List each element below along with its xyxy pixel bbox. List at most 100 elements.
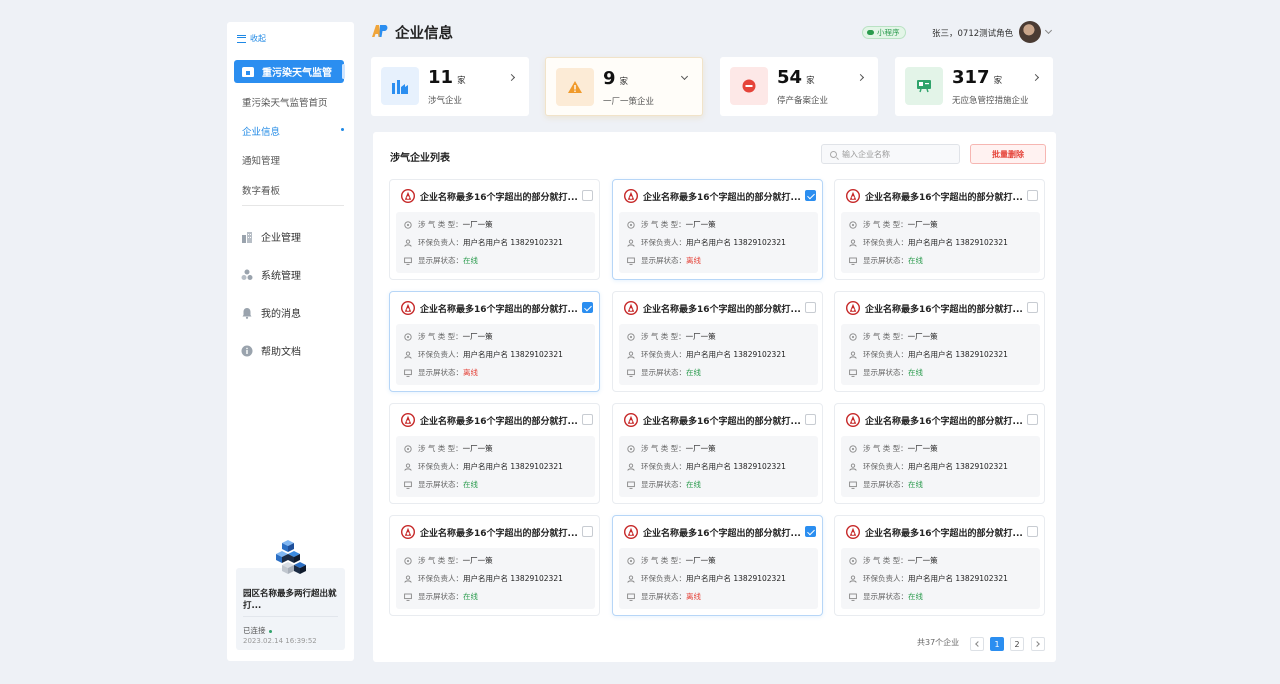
nav-my-messages[interactable]: 我的消息 [241, 305, 301, 320]
screen-status-value: 在线 [686, 368, 701, 377]
stat-card-one-factory-one-policy[interactable]: 9家 一厂一策企业 [545, 57, 703, 116]
enterprise-card[interactable]: 企业名称最多16个字超出的部分就打... 涉 气 类 型： 一厂一策 环保负责人： 用户… [612, 515, 823, 616]
page-button-2[interactable]: 2 [1010, 637, 1024, 651]
chevron-down-icon[interactable] [1044, 26, 1053, 35]
enterprise-card[interactable]: 企业名称最多16个字超出的部分就打... 涉 气 类 型： 一厂一策 环保负责人： 用户… [612, 291, 823, 392]
page-button-1[interactable]: 1 [990, 637, 1004, 651]
enterprise-name: 企业名称最多16个字超出的部分就打... [865, 305, 1023, 315]
enterprise-checkbox[interactable] [805, 302, 816, 313]
owner-value: 用户名用户名 13829102321 [463, 462, 563, 471]
sub-nav-dashboard[interactable]: 数字看板 [242, 183, 280, 197]
screen-status-label: 显示屏状态： [418, 256, 463, 265]
screen-status-label: 显示屏状态： [418, 480, 463, 489]
next-page-button[interactable] [1031, 637, 1045, 651]
enterprise-checkbox[interactable] [1027, 302, 1038, 313]
user-icon [404, 462, 412, 471]
enterprise-card[interactable]: 企业名称最多16个字超出的部分就打... 涉 气 类 型： 一厂一策 环保负责人： 用户… [612, 179, 823, 280]
search-input[interactable]: 输入企业名称 [821, 144, 960, 164]
avatar[interactable] [1019, 21, 1041, 43]
system-icon [241, 269, 253, 281]
screen-status-value: 离线 [463, 368, 478, 377]
owner-label: 环保负责人： [863, 462, 908, 471]
enterprise-checkbox[interactable] [1027, 190, 1038, 201]
screen-status-row: 显示屏状态： 在线 [849, 591, 923, 602]
prev-page-button[interactable] [970, 637, 984, 651]
enterprise-checkbox[interactable] [1027, 414, 1038, 425]
bulk-delete-button[interactable]: 批量删除 [970, 144, 1046, 164]
enterprise-checkbox[interactable] [582, 526, 593, 537]
nav-system-management[interactable]: 系统管理 [241, 267, 301, 282]
enterprise-checkbox[interactable] [582, 190, 593, 201]
enterprise-card[interactable]: 企业名称最多16个字超出的部分就打... 涉 气 类 型： 一厂一策 环保负责人： 用户… [834, 515, 1045, 616]
sub-nav-enterprise-info-label: 企业信息 [242, 127, 281, 138]
enterprise-badge-icon [845, 188, 861, 204]
stat-value: 11 家 [428, 67, 466, 88]
screen-status-value: 离线 [686, 592, 701, 601]
stat-card-no-emergency-measures[interactable]: 317 家 无应急管控措施企业 [895, 57, 1053, 116]
sub-nav-notice[interactable]: 通知管理 [242, 153, 280, 167]
nav-enterprise-management[interactable]: 企业管理 [241, 229, 301, 244]
enterprise-name: 企业名称最多16个字超出的部分就打... [865, 529, 1023, 539]
warning-icon [556, 68, 594, 106]
gas-type-row: 涉 气 类 型： 一厂一策 [849, 443, 938, 454]
user-name[interactable]: 张三，0712测试角色 [932, 27, 1013, 39]
nav-help-docs[interactable]: 帮助文档 [241, 343, 301, 358]
user-icon [849, 350, 857, 359]
enterprise-card[interactable]: 企业名称最多16个字超出的部分就打... 涉 气 类 型： 一厂一策 环保负责人： 用户… [389, 403, 600, 504]
screen-status-row: 显示屏状态： 在线 [849, 479, 923, 490]
enterprise-card[interactable]: 企业名称最多16个字超出的部分就打... 涉 气 类 型： 一厂一策 环保负责人： 用户… [389, 515, 600, 616]
park-panel: 园区名称最多两行超出就打... 已连接 2023.02.14 16:39:52 [236, 538, 345, 650]
enterprise-info: 涉 气 类 型： 一厂一策 环保负责人： 用户名用户名 13829102321 显示屏状… [619, 324, 818, 385]
type-icon [404, 444, 412, 453]
app-logo-icon [372, 25, 388, 37]
sub-nav-home[interactable]: 重污染天气监管首页 [242, 95, 328, 109]
enterprise-card[interactable]: 企业名称最多16个字超出的部分就打... 涉 气 类 型： 一厂一策 环保负责人： 用户… [834, 291, 1045, 392]
stat-card-gas-enterprises[interactable]: 11 家 涉气企业 [371, 57, 529, 116]
collapse-button[interactable]: 收起 [237, 33, 266, 44]
mini-program-button[interactable]: 小程序 [862, 26, 906, 39]
enterprise-card[interactable]: 企业名称最多16个字超出的部分就打... 涉 气 类 型： 一厂一策 环保负责人： 用户… [834, 403, 1045, 504]
active-indicator [342, 64, 345, 79]
screen-status-label: 显示屏状态： [641, 592, 686, 601]
enterprise-checkbox[interactable] [805, 190, 816, 201]
enterprise-list-panel: 涉气企业列表 输入企业名称 批量删除 企业名称最多16个字超出的部分就打... 涉… [373, 132, 1056, 662]
owner-row: 环保负责人： 用户名用户名 13829102321 [627, 461, 786, 472]
enterprise-checkbox[interactable] [582, 302, 593, 313]
monitor-icon [849, 257, 857, 265]
owner-row: 环保负责人： 用户名用户名 13829102321 [404, 349, 563, 360]
gas-type-value: 一厂一策 [907, 444, 938, 453]
enterprise-card[interactable]: 企业名称最多16个字超出的部分就打... 涉 气 类 型： 一厂一策 环保负责人： 用户… [389, 291, 600, 392]
gas-type-value: 一厂一策 [907, 332, 938, 341]
gas-type-row: 涉 气 类 型： 一厂一策 [404, 555, 493, 566]
owner-row: 环保负责人： 用户名用户名 13829102321 [627, 573, 786, 584]
owner-row: 环保负责人： 用户名用户名 13829102321 [404, 461, 563, 472]
monitor-icon [404, 593, 412, 601]
enterprise-checkbox[interactable] [805, 414, 816, 425]
enterprise-card[interactable]: 企业名称最多16个字超出的部分就打... 涉 气 类 型： 一厂一策 环保负责人： 用户… [834, 179, 1045, 280]
nav-heavy-pollution[interactable]: 重污染天气监管 [234, 60, 345, 83]
gas-type-row: 涉 气 类 型： 一厂一策 [627, 331, 716, 342]
stat-card-production-halt[interactable]: 54 家 停产备案企业 [720, 57, 878, 116]
park-card: 园区名称最多两行超出就打... 已连接 2023.02.14 16:39:52 [236, 568, 345, 650]
enterprise-card[interactable]: 企业名称最多16个字超出的部分就打... 涉 气 类 型： 一厂一策 环保负责人： 用户… [612, 403, 823, 504]
enterprise-checkbox[interactable] [582, 414, 593, 425]
wechat-icon [867, 30, 874, 35]
enterprise-checkbox[interactable] [1027, 526, 1038, 537]
screen-status-row: 显示屏状态： 在线 [849, 255, 923, 266]
pagination-total: 共37个企业 [917, 638, 960, 647]
enterprise-name: 企业名称最多16个字超出的部分就打... [420, 305, 578, 315]
screen-status-value: 在线 [686, 480, 701, 489]
screen-status-row: 显示屏状态： 在线 [404, 591, 478, 602]
nav-system-management-label: 系统管理 [261, 271, 301, 282]
enterprise-card[interactable]: 企业名称最多16个字超出的部分就打... 涉 气 类 型： 一厂一策 环保负责人： 用户… [389, 179, 600, 280]
gas-type-row: 涉 气 类 型： 一厂一策 [627, 219, 716, 230]
bell-icon [241, 307, 253, 319]
owner-value: 用户名用户名 13829102321 [908, 462, 1008, 471]
monitor-icon [849, 481, 857, 489]
chevron-right-icon [507, 73, 516, 82]
screen-status-label: 显示屏状态： [641, 480, 686, 489]
owner-label: 环保负责人： [418, 238, 463, 247]
enterprise-checkbox[interactable] [805, 526, 816, 537]
gas-type-label: 涉 气 类 型： [641, 220, 686, 229]
sub-nav-enterprise-info[interactable]: 企业信息 [242, 124, 344, 138]
